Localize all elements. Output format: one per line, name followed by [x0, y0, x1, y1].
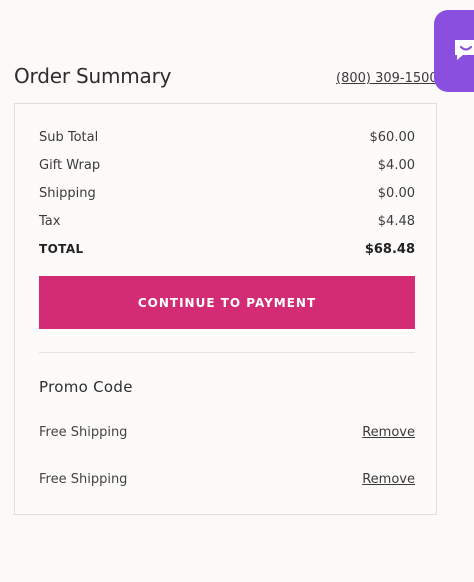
- total-value: $68.48: [364, 241, 415, 257]
- line-value: $4.00: [377, 157, 415, 173]
- line-total: TOTAL $68.48: [39, 239, 415, 259]
- promo-code-name: Free Shipping: [39, 471, 128, 487]
- chat-bubble-icon: [455, 40, 474, 60]
- promo-code-name: Free Shipping: [39, 424, 128, 440]
- line-label: Shipping: [39, 185, 96, 201]
- chat-widget-button[interactable]: [434, 10, 474, 92]
- promo-code-item: Free Shipping Remove: [39, 422, 415, 442]
- line-label: Gift Wrap: [39, 157, 101, 173]
- promo-code-heading: Promo Code: [39, 378, 133, 396]
- line-gift-wrap: Gift Wrap $4.00: [39, 155, 415, 175]
- line-value: $60.00: [369, 129, 416, 145]
- line-subtotal: Sub Total $60.00: [39, 127, 415, 147]
- line-tax: Tax $4.48: [39, 211, 415, 231]
- divider: [39, 352, 415, 353]
- line-shipping: Shipping $0.00: [39, 183, 415, 203]
- total-label: TOTAL: [39, 242, 84, 256]
- remove-promo-link[interactable]: Remove: [362, 425, 415, 440]
- line-label: Tax: [39, 213, 61, 229]
- page-title: Order Summary: [14, 64, 172, 88]
- remove-promo-link[interactable]: Remove: [362, 472, 415, 487]
- line-value: $0.00: [377, 185, 415, 201]
- line-value: $4.48: [377, 213, 415, 229]
- continue-to-payment-button[interactable]: CONTINUE TO PAYMENT: [39, 276, 415, 329]
- line-label: Sub Total: [39, 129, 99, 145]
- order-summary-card: Sub Total $60.00 Gift Wrap $4.00 Shippin…: [14, 103, 437, 515]
- promo-code-item: Free Shipping Remove: [39, 469, 415, 489]
- phone-link[interactable]: (800) 309-1500: [336, 71, 438, 87]
